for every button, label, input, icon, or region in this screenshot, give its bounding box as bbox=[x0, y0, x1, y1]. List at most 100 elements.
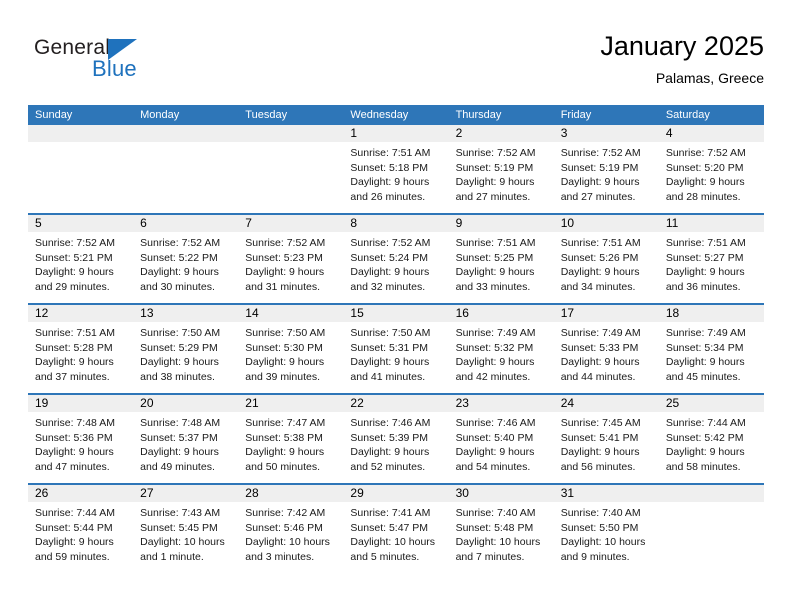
logo-text-blue: Blue bbox=[92, 56, 137, 81]
day-details: Sunrise: 7:50 AM Sunset: 5:29 PM Daylight:… bbox=[133, 322, 238, 384]
day-cell[interactable]: 21 Sunrise: 7:47 AM Sunset: 5:38 PM Dayligh… bbox=[238, 395, 344, 483]
day-number: 12 bbox=[35, 306, 49, 320]
day-number-band: 5 bbox=[28, 215, 134, 232]
daylight-text-line1: Daylight: 9 hours bbox=[35, 536, 114, 548]
daylight-text-line1: Daylight: 9 hours bbox=[665, 266, 745, 278]
weekday-header-wednesday: Wednesday bbox=[350, 109, 409, 121]
daylight-text-line1: Daylight: 9 hours bbox=[350, 266, 430, 278]
sunset-text: Sunset: 5:29 PM bbox=[140, 341, 218, 354]
day-number-band: 15 bbox=[343, 305, 449, 322]
day-cell[interactable]: 18 Sunrise: 7:49 AM Sunset: 5:34 PM Dayligh… bbox=[658, 305, 764, 393]
daylight-text-line2: and 7 minutes. bbox=[455, 550, 525, 563]
daylight-text-line1: Daylight: 9 hours bbox=[35, 446, 114, 458]
day-number-band: 19 bbox=[28, 395, 134, 412]
day-details: Sunrise: 7:52 AM Sunset: 5:24 PM Daylight:… bbox=[343, 232, 448, 294]
day-cell[interactable]: 20 Sunrise: 7:48 AM Sunset: 5:37 PM Dayligh… bbox=[133, 395, 239, 483]
day-details: Sunrise: 7:40 AM Sunset: 5:50 PM Daylight:… bbox=[554, 502, 659, 564]
daylight-text-line1: Daylight: 9 hours bbox=[665, 176, 745, 188]
day-number-band: 11 bbox=[658, 215, 764, 232]
day-cell[interactable]: 26 Sunrise: 7:44 AM Sunset: 5:44 PM Dayligh… bbox=[28, 485, 134, 573]
day-cell[interactable]: 10 Sunrise: 7:51 AM Sunset: 5:26 PM Dayligh… bbox=[553, 215, 659, 303]
day-number: 23 bbox=[455, 396, 469, 410]
day-cell-empty bbox=[658, 485, 764, 573]
daylight-text-line1: Daylight: 9 hours bbox=[350, 356, 430, 368]
calendar-week-row: 26 Sunrise: 7:44 AM Sunset: 5:44 PM Dayligh… bbox=[28, 483, 764, 573]
daylight-text-line2: and 31 minutes. bbox=[245, 280, 320, 293]
day-details: Sunrise: 7:44 AM Sunset: 5:44 PM Daylight:… bbox=[28, 502, 133, 564]
day-details: Sunrise: 7:51 AM Sunset: 5:28 PM Daylight:… bbox=[28, 322, 133, 384]
sunset-text: Sunset: 5:31 PM bbox=[350, 341, 429, 354]
day-number: 8 bbox=[350, 216, 358, 230]
daylight-text-line1: Daylight: 9 hours bbox=[455, 356, 535, 368]
sunrise-text: Sunrise: 7:46 AM bbox=[350, 417, 431, 429]
day-cell[interactable]: 6 Sunrise: 7:52 AM Sunset: 5:22 PM Daylight… bbox=[133, 215, 239, 303]
day-cell[interactable]: 17 Sunrise: 7:49 AM Sunset: 5:33 PM Dayligh… bbox=[553, 305, 659, 393]
daylight-text-line2: and 36 minutes. bbox=[665, 280, 741, 293]
daylight-text-line2: and 50 minutes. bbox=[245, 460, 320, 473]
day-cell[interactable]: 4 Sunrise: 7:52 AM Sunset: 5:20 PM Daylight… bbox=[658, 125, 764, 213]
day-number-band bbox=[658, 485, 764, 502]
day-cell[interactable]: 24 Sunrise: 7:45 AM Sunset: 5:41 PM Dayligh… bbox=[553, 395, 659, 483]
weekday-header-saturday: Saturday bbox=[665, 109, 710, 121]
day-cell[interactable]: 28 Sunrise: 7:42 AM Sunset: 5:46 PM Dayligh… bbox=[238, 485, 344, 573]
day-number-band: 23 bbox=[448, 395, 554, 412]
day-details: Sunrise: 7:51 AM Sunset: 5:25 PM Daylight:… bbox=[449, 232, 554, 294]
day-cell[interactable]: 8 Sunrise: 7:52 AM Sunset: 5:24 PM Daylight… bbox=[343, 215, 449, 303]
day-cell[interactable]: 12 Sunrise: 7:51 AM Sunset: 5:28 PM Dayligh… bbox=[28, 305, 134, 393]
daylight-text-line2: and 47 minutes. bbox=[35, 460, 110, 473]
daylight-text-line1: Daylight: 9 hours bbox=[455, 176, 535, 188]
day-number-band: 28 bbox=[238, 485, 344, 502]
daylight-text-line1: Daylight: 9 hours bbox=[140, 446, 219, 458]
weekday-header-tuesday: Tuesday bbox=[245, 109, 288, 121]
day-cell[interactable]: 15 Sunrise: 7:50 AM Sunset: 5:31 PM Dayligh… bbox=[343, 305, 449, 393]
sunset-text: Sunset: 5:20 PM bbox=[665, 161, 744, 174]
sunrise-text: Sunrise: 7:52 AM bbox=[665, 147, 746, 159]
daylight-text-line2: and 59 minutes. bbox=[35, 550, 110, 563]
day-details: Sunrise: 7:49 AM Sunset: 5:32 PM Daylight:… bbox=[449, 322, 554, 384]
sunset-text: Sunset: 5:19 PM bbox=[455, 161, 534, 174]
sunset-text: Sunset: 5:46 PM bbox=[245, 521, 323, 534]
day-cell[interactable]: 13 Sunrise: 7:50 AM Sunset: 5:29 PM Dayligh… bbox=[133, 305, 239, 393]
day-number: 18 bbox=[665, 306, 680, 320]
day-cell[interactable]: 19 Sunrise: 7:48 AM Sunset: 5:36 PM Dayligh… bbox=[28, 395, 134, 483]
day-number-band: 31 bbox=[553, 485, 659, 502]
day-cell[interactable]: 23 Sunrise: 7:46 AM Sunset: 5:40 PM Dayligh… bbox=[448, 395, 554, 483]
day-number-band: 3 bbox=[553, 125, 659, 142]
daylight-text-line2: and 28 minutes. bbox=[665, 190, 741, 203]
day-number: 22 bbox=[350, 396, 364, 410]
day-cell[interactable]: 14 Sunrise: 7:50 AM Sunset: 5:30 PM Dayligh… bbox=[238, 305, 344, 393]
calendar-week-row: 12 Sunrise: 7:51 AM Sunset: 5:28 PM Dayligh… bbox=[28, 303, 764, 393]
day-cell[interactable]: 16 Sunrise: 7:49 AM Sunset: 5:32 PM Dayligh… bbox=[448, 305, 554, 393]
daylight-text-line2: and 27 minutes. bbox=[560, 190, 636, 203]
day-number-band: 18 bbox=[658, 305, 764, 322]
sunrise-text: Sunrise: 7:52 AM bbox=[140, 237, 221, 249]
daylight-text-line1: Daylight: 9 hours bbox=[245, 266, 325, 278]
day-cell[interactable]: 27 Sunrise: 7:43 AM Sunset: 5:45 PM Dayligh… bbox=[133, 485, 239, 573]
day-cell[interactable]: 7 Sunrise: 7:52 AM Sunset: 5:23 PM Daylight… bbox=[238, 215, 344, 303]
sunset-text: Sunset: 5:34 PM bbox=[665, 341, 744, 354]
day-cell[interactable]: 30 Sunrise: 7:40 AM Sunset: 5:48 PM Dayligh… bbox=[448, 485, 554, 573]
day-cell[interactable]: 25 Sunrise: 7:44 AM Sunset: 5:42 PM Dayligh… bbox=[658, 395, 764, 483]
day-cell[interactable]: 31 Sunrise: 7:40 AM Sunset: 5:50 PM Dayligh… bbox=[553, 485, 659, 573]
daylight-text-line2: and 54 minutes. bbox=[455, 460, 531, 473]
sunset-text: Sunset: 5:32 PM bbox=[455, 341, 534, 354]
day-cell[interactable]: 5 Sunrise: 7:52 AM Sunset: 5:21 PM Daylight… bbox=[28, 215, 134, 303]
day-number-band: 27 bbox=[133, 485, 239, 502]
day-cell[interactable]: 9 Sunrise: 7:51 AM Sunset: 5:25 PM Daylight… bbox=[448, 215, 554, 303]
day-cell[interactable]: 3 Sunrise: 7:52 AM Sunset: 5:19 PM Daylight… bbox=[553, 125, 659, 213]
sunset-text: Sunset: 5:48 PM bbox=[455, 521, 534, 534]
weekday-header-monday: Monday bbox=[140, 109, 180, 121]
day-cell[interactable]: 29 Sunrise: 7:41 AM Sunset: 5:47 PM Dayligh… bbox=[343, 485, 449, 573]
daylight-text-line1: Daylight: 10 hours bbox=[245, 536, 330, 548]
day-cell[interactable]: 11 Sunrise: 7:51 AM Sunset: 5:27 PM Dayligh… bbox=[658, 215, 764, 303]
daylight-text-line1: Daylight: 9 hours bbox=[665, 356, 745, 368]
day-cell[interactable]: 2 Sunrise: 7:52 AM Sunset: 5:19 PM Daylight… bbox=[448, 125, 554, 213]
day-number-band: 6 bbox=[133, 215, 239, 232]
weekday-header-thursday: Thursday bbox=[455, 109, 502, 121]
day-cell[interactable]: 1 Sunrise: 7:51 AM Sunset: 5:18 PM Daylight… bbox=[343, 125, 449, 213]
calendar-week-row: 1 Sunrise: 7:51 AM Sunset: 5:18 PM Daylight… bbox=[28, 125, 764, 213]
sunset-text: Sunset: 5:40 PM bbox=[455, 431, 534, 444]
day-details: Sunrise: 7:51 AM Sunset: 5:26 PM Daylight:… bbox=[554, 232, 659, 294]
sunset-text: Sunset: 5:24 PM bbox=[350, 251, 429, 264]
day-cell[interactable]: 22 Sunrise: 7:46 AM Sunset: 5:39 PM Dayligh… bbox=[343, 395, 449, 483]
